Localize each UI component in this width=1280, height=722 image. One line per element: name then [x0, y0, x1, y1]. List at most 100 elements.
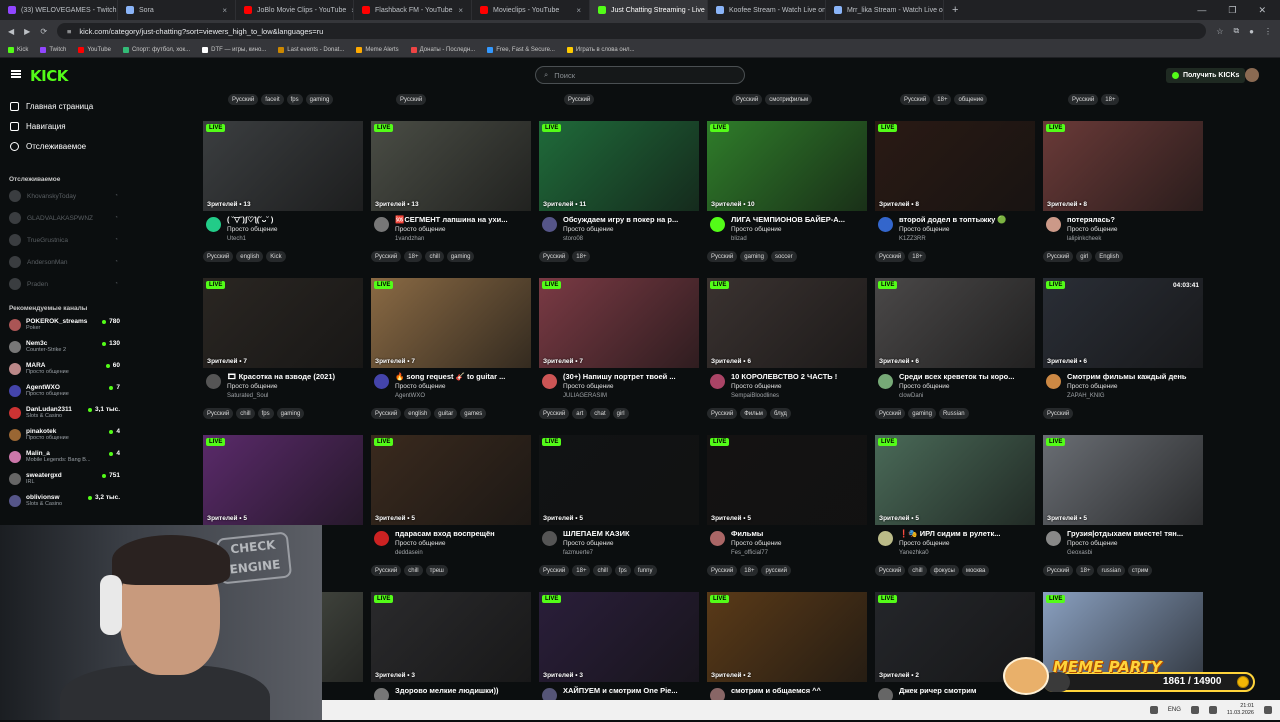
- stream-category[interactable]: Просто общение: [899, 226, 950, 233]
- tag-chip[interactable]: guitar: [434, 408, 458, 419]
- stream-thumbnail[interactable]: LIVE Зрителей • 6: [875, 278, 1035, 368]
- get-kicks-button[interactable]: Получить KICKs: [1166, 68, 1246, 83]
- tag-chip[interactable]: Русский: [539, 565, 570, 576]
- stream-thumbnail[interactable]: LIVE Зрителей • 6: [707, 278, 867, 368]
- tag-chip[interactable]: girl: [1076, 251, 1093, 262]
- channel-name[interactable]: storo08: [563, 236, 583, 242]
- stream-category[interactable]: Просто общение: [395, 226, 446, 233]
- recommended-channel[interactable]: AgentWXO Просто общение 7: [0, 380, 124, 402]
- stream-thumbnail[interactable]: LIVE Зрителей • 8: [1043, 121, 1203, 211]
- stream-thumbnail[interactable]: LIVE Зрителей • 3: [371, 592, 531, 682]
- tag-chip[interactable]: треш: [425, 565, 448, 576]
- stream-category[interactable]: Просто общение: [899, 383, 950, 390]
- browser-tab[interactable]: (33) WELOVEGAMES - Twitch×: [0, 0, 118, 20]
- recommended-channel[interactable]: POKEROK_streams Poker 780: [0, 314, 124, 336]
- tag-chip[interactable]: русский: [761, 565, 791, 576]
- tag-chip[interactable]: Kick: [266, 251, 286, 262]
- tag-chip[interactable]: Русский: [396, 94, 427, 105]
- stream-title[interactable]: 🆘СЕГМЕНТ лапшина на ухи...: [395, 215, 531, 224]
- stream-card[interactable]: LIVE Зрителей • 5 ШЛЕПАЕМ КАЗИК Просто обще…: [539, 435, 699, 576]
- channel-name[interactable]: fazmuerte7: [563, 550, 593, 556]
- stream-card[interactable]: LIVE Зрителей • 5 Грузия|отдыхаем вместе! …: [1043, 435, 1203, 576]
- tag-chip[interactable]: Русский: [539, 408, 570, 419]
- stream-title[interactable]: ШЛЕПАЕМ КАЗИК: [563, 529, 699, 538]
- tag-chip[interactable]: Русский: [875, 408, 906, 419]
- stream-card[interactable]: LIVE Зрителей • 6 Среди всех креветок ты к…: [875, 278, 1035, 419]
- site-info-icon[interactable]: ≡: [67, 27, 71, 36]
- stream-category[interactable]: Просто общение: [731, 383, 782, 390]
- stream-card[interactable]: LIVE Зрителей • 5 Фильмы Просто общение Fes_…: [707, 435, 867, 576]
- tag-chip[interactable]: фокусы: [929, 565, 959, 576]
- stream-card[interactable]: LIVE Зрителей • 10 ЛИГА ЧЕМПИОНОВ БАЙЕР-А.…: [707, 121, 867, 262]
- stream-thumbnail[interactable]: LIVE Зрителей • 7: [539, 278, 699, 368]
- stream-thumbnail[interactable]: LIVE Зрителей • 10: [707, 121, 867, 211]
- tag-chip[interactable]: блуд: [769, 408, 791, 419]
- browser-tab[interactable]: Koofee Stream - Watch Live on×: [708, 0, 826, 20]
- tag-chip[interactable]: Русский: [707, 565, 738, 576]
- tag-chip[interactable]: english: [404, 408, 432, 419]
- tag-chip[interactable]: 18+: [1076, 565, 1095, 576]
- stream-title[interactable]: ( ˘▽˘)ʃ♡ƪ(˘ᴗ˘ ): [227, 215, 363, 224]
- channel-avatar[interactable]: [878, 217, 893, 232]
- stream-title[interactable]: потерялась?: [1067, 215, 1203, 224]
- stream-thumbnail[interactable]: LIVE Зрителей • 5: [707, 435, 867, 525]
- stream-card[interactable]: LIVE Зрителей • 5 пдарасам вход воспрещён П…: [371, 435, 531, 576]
- minimize-icon[interactable]: —: [1197, 5, 1206, 16]
- stream-thumbnail[interactable]: LIVE Зрителей • 5: [203, 435, 363, 525]
- stream-title[interactable]: ЛИГА ЧЕМПИОНОВ БАЙЕР-А...: [731, 215, 867, 224]
- channel-avatar[interactable]: [1046, 374, 1061, 389]
- extensions-icon[interactable]: ⧉: [1233, 26, 1239, 36]
- channel-avatar[interactable]: [374, 374, 389, 389]
- tag-chip[interactable]: 18+: [404, 251, 423, 262]
- channel-avatar[interactable]: [878, 374, 893, 389]
- channel-avatar[interactable]: [374, 217, 389, 232]
- tag-chip[interactable]: gaming: [740, 251, 768, 262]
- channel-avatar[interactable]: [710, 531, 725, 546]
- channel-avatar[interactable]: [542, 374, 557, 389]
- bookmark-star-icon[interactable]: ☆: [1216, 27, 1223, 36]
- channel-name[interactable]: clowDani: [899, 393, 923, 399]
- stream-thumbnail[interactable]: LIVE Зрителей • 3: [539, 592, 699, 682]
- stream-category[interactable]: Просто общение: [563, 383, 614, 390]
- channel-avatar[interactable]: [206, 217, 221, 232]
- stream-title[interactable]: пдарасам вход воспрещён: [395, 529, 531, 538]
- recommended-channel[interactable]: MARA Просто общение 60: [0, 358, 124, 380]
- browser-tab[interactable]: Mrr_lika Stream - Watch Live o×: [826, 0, 944, 20]
- tag-chip[interactable]: Фильм: [740, 408, 767, 419]
- tag-chip[interactable]: 18+: [908, 251, 927, 262]
- user-avatar[interactable]: [1245, 68, 1259, 82]
- tag-chip[interactable]: стрим: [1127, 565, 1153, 576]
- tag-chip[interactable]: art: [572, 408, 588, 419]
- tag-chip[interactable]: funny: [633, 565, 657, 576]
- stream-title[interactable]: 🔥 song request 🎸 to guitar ...: [395, 372, 531, 381]
- channel-name[interactable]: blizad: [731, 236, 747, 242]
- tag-chip[interactable]: chill: [236, 408, 255, 419]
- wifi-icon[interactable]: [1190, 706, 1199, 714]
- stream-title[interactable]: Здорово мелкие людишки)): [395, 686, 531, 695]
- tag-chip[interactable]: chat: [590, 408, 610, 419]
- back-icon[interactable]: ◀: [8, 27, 14, 36]
- channel-name[interactable]: SempaiBloodlines: [731, 393, 779, 399]
- browser-tab[interactable]: Movieclips - YouTube ×: [472, 0, 590, 20]
- stream-card[interactable]: LIVE Зрителей • 7 (30+) Напишу портрет тво…: [539, 278, 699, 419]
- bookmark-item[interactable]: Спорт: футбол, хок...: [122, 46, 190, 53]
- channel-name[interactable]: Utech1: [227, 236, 246, 242]
- tag-chip[interactable]: faceit: [261, 94, 284, 105]
- stream-category[interactable]: Просто общение: [1067, 226, 1118, 233]
- bookmark-item[interactable]: Last events - Donat...: [278, 46, 344, 53]
- nav-home[interactable]: Главная страница: [0, 96, 124, 116]
- stream-title[interactable]: ❗🎭 ИРЛ сидим в рулетк...: [899, 529, 1035, 538]
- stream-card[interactable]: LIVE Зрителей • 7 🔥 song request 🎸 to guit…: [371, 278, 531, 419]
- tag-chip[interactable]: soccer: [770, 251, 797, 262]
- stream-thumbnail[interactable]: LIVE Зрителей • 5: [371, 435, 531, 525]
- channel-name[interactable]: lalipinkcheek: [1067, 236, 1101, 242]
- stream-title[interactable]: Обсуждаем игру в покер на р...: [563, 215, 699, 224]
- channel-avatar[interactable]: [710, 374, 725, 389]
- stream-thumbnail[interactable]: LIVE Зрителей • 11: [539, 121, 699, 211]
- stream-card[interactable]: LIVE Зрителей • 6 10 КОРОЛЕВСТВО 2 ЧАСТЬ !…: [707, 278, 867, 419]
- tag-chip[interactable]: Русский: [875, 251, 906, 262]
- tag-chip[interactable]: gaming: [276, 408, 305, 419]
- stream-card[interactable]: LIVE Зрителей • 6 04:03:41 Смотрим фильмы к…: [1043, 278, 1203, 419]
- tag-chip[interactable]: Русский: [707, 251, 738, 262]
- new-tab-button[interactable]: +: [944, 4, 966, 16]
